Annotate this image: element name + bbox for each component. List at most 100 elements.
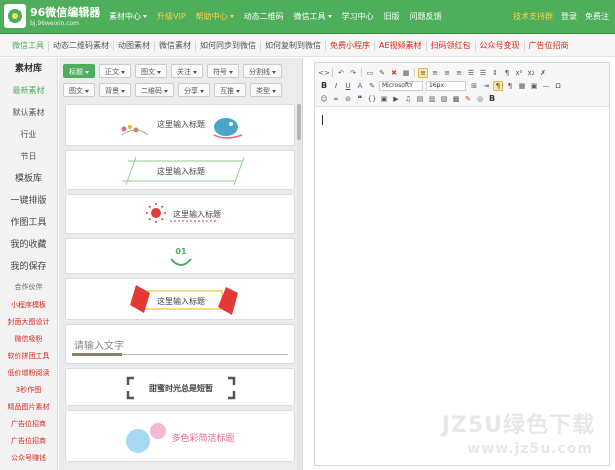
sidebar-partner-link[interactable]: 公众号赚钱 bbox=[0, 450, 57, 467]
sidebar-partner-link[interactable]: 微信吸粉 bbox=[0, 331, 57, 348]
ordered-list-icon[interactable]: ☰ bbox=[466, 68, 476, 78]
filter-symbol[interactable]: 符号 bbox=[207, 64, 239, 78]
scrollbar-thumb[interactable] bbox=[297, 104, 301, 140]
subnav-how-to-copy[interactable]: 如何复制到微信 bbox=[261, 35, 325, 57]
music-icon[interactable]: ♫ bbox=[403, 94, 413, 104]
paragraph-format-icon[interactable]: ¶ bbox=[505, 81, 515, 91]
sidebar-item-latest[interactable]: 最新素材 bbox=[0, 80, 57, 102]
material-card[interactable]: 多色彩简洁标题 bbox=[65, 410, 295, 462]
nav-item-upgrade-vip[interactable]: 升级VIP bbox=[152, 0, 191, 34]
filter-share[interactable]: 分享 bbox=[178, 83, 210, 97]
nav-item-dynamic-qr[interactable]: 动态二维码 bbox=[239, 0, 289, 34]
sidebar-item-saved[interactable]: 我的保存 bbox=[0, 256, 57, 278]
sidebar-item-templates[interactable]: 模板库 bbox=[0, 168, 57, 190]
unlink-icon[interactable]: ⊘ bbox=[343, 94, 353, 104]
subnav-free-mini-program[interactable]: 免费小程序 bbox=[326, 35, 374, 57]
new-document-icon[interactable]: ▭ bbox=[365, 68, 375, 78]
emoji-icon[interactable]: ☺ bbox=[319, 94, 329, 104]
sidebar-item-one-click-layout[interactable]: 一键排版 bbox=[0, 190, 57, 212]
paragraph-spacing-icon[interactable]: ¶ bbox=[502, 68, 512, 78]
sidebar-partner-link[interactable]: 封面大图设计 bbox=[0, 314, 57, 331]
font-color-icon[interactable]: A bbox=[355, 81, 365, 91]
sidebar-item-industry[interactable]: 行业 bbox=[0, 124, 57, 146]
block-format-icon[interactable]: ⊞ bbox=[469, 81, 479, 91]
indent-icon[interactable]: ⇥ bbox=[481, 81, 491, 91]
clear-format-icon[interactable]: ✖ bbox=[389, 68, 399, 78]
highlight-color-icon[interactable]: ✎ bbox=[367, 81, 377, 91]
font-size-select[interactable]: 16px bbox=[426, 80, 466, 91]
unordered-list-icon[interactable]: ☰ bbox=[478, 68, 488, 78]
editor-canvas[interactable]: JZ5U绿色下载 www.jz5u.com bbox=[315, 108, 609, 465]
italic-icon[interactable]: I bbox=[331, 81, 341, 91]
sidebar-partner-link[interactable]: 精品图片素材 bbox=[0, 399, 57, 416]
material-scrollbar[interactable] bbox=[297, 104, 301, 470]
subnav-ae-video[interactable]: AE视频素材 bbox=[375, 35, 426, 57]
filter-follow[interactable]: 关注 bbox=[171, 64, 203, 78]
filter-body[interactable]: 正文 bbox=[99, 64, 131, 78]
filter-type[interactable]: 类型 bbox=[250, 83, 282, 97]
filter-divider[interactable]: 分割线 bbox=[243, 64, 282, 78]
sidebar-partner-link[interactable]: 3秒作图 bbox=[0, 382, 57, 399]
material-card[interactable]: 这里输入标题 bbox=[65, 278, 295, 320]
font-family-select[interactable]: MicrosoftY bbox=[379, 80, 423, 91]
brush-icon[interactable]: ✎ bbox=[463, 94, 473, 104]
align-left-icon[interactable]: ≡ bbox=[418, 67, 428, 78]
blockquote-icon[interactable]: ❝ bbox=[355, 94, 365, 104]
map-icon[interactable]: ▩ bbox=[451, 94, 461, 104]
horizontal-rule-icon[interactable]: — bbox=[541, 81, 551, 91]
sidebar-partner-link[interactable]: 广告位招商 bbox=[0, 433, 57, 450]
special-char-icon[interactable]: Ω bbox=[553, 81, 563, 91]
subnav-monetize[interactable]: 公众号变现 bbox=[476, 35, 524, 57]
subnav-gif-material[interactable]: 动图素材 bbox=[114, 35, 154, 57]
material-card[interactable]: 请输入文字 bbox=[65, 324, 295, 364]
subscript-icon[interactable]: x₂ bbox=[526, 68, 536, 78]
material-card[interactable]: 这里输入标题 bbox=[65, 194, 295, 234]
filter-background[interactable]: 背景 bbox=[99, 83, 131, 97]
insert-table-icon[interactable]: ▦ bbox=[517, 81, 527, 91]
nav-item-old-version[interactable]: 旧版 bbox=[379, 0, 405, 34]
underline-icon[interactable]: U bbox=[343, 81, 353, 91]
align-center-icon[interactable]: ≡ bbox=[430, 68, 440, 78]
text-direction-icon[interactable]: ¶ bbox=[493, 80, 503, 91]
source-code-icon[interactable]: <> bbox=[318, 68, 330, 78]
sidebar-partner-link[interactable]: 广告位招商 bbox=[0, 416, 57, 433]
align-right-icon[interactable]: ≡ bbox=[442, 68, 452, 78]
site-logo[interactable]: 96微信编辑器 bj.96weixin.com bbox=[4, 3, 104, 30]
filter-title[interactable]: 标题 bbox=[63, 64, 95, 78]
nav-item-feedback[interactable]: 问题反馈 bbox=[405, 0, 447, 34]
register-link[interactable]: 免费注 bbox=[581, 0, 613, 34]
background-icon[interactable]: ▧ bbox=[439, 94, 449, 104]
filter-image-text-2[interactable]: 图文 bbox=[63, 83, 95, 97]
material-card[interactable]: 这里输入标题 bbox=[65, 150, 295, 190]
attachment-icon[interactable]: ▤ bbox=[415, 94, 425, 104]
sidebar-item-festival[interactable]: 节日 bbox=[0, 146, 57, 168]
sidebar-partner-link[interactable]: 小程序模板 bbox=[0, 297, 57, 314]
link-icon[interactable]: ∞ bbox=[331, 94, 341, 104]
filter-cross-promo[interactable]: 互推 bbox=[214, 83, 246, 97]
subnav-ad-space[interactable]: 广告位招商 bbox=[525, 35, 573, 57]
remove-format-icon[interactable]: ✗ bbox=[538, 68, 548, 78]
material-card[interactable]: 甜蜜时光总是短暂 bbox=[65, 368, 295, 406]
login-link[interactable]: 登录 bbox=[557, 0, 581, 34]
support-group-link[interactable]: 技术支持群 bbox=[509, 0, 557, 34]
nav-item-learning[interactable]: 学习中心 bbox=[337, 0, 379, 34]
undo-icon[interactable]: ↶ bbox=[336, 68, 346, 78]
format-painter-icon[interactable]: ✎ bbox=[377, 68, 387, 78]
video-icon[interactable]: ▶ bbox=[391, 94, 401, 104]
subnav-how-to-sync[interactable]: 如何同步到微信 bbox=[196, 35, 260, 57]
paste-icon[interactable]: ▦ bbox=[401, 68, 411, 78]
subnav-red-packet[interactable]: 扫码领红包 bbox=[427, 35, 475, 57]
preview-icon[interactable]: ◎ bbox=[475, 94, 485, 104]
nav-item-materials[interactable]: 素材中心 bbox=[104, 0, 152, 34]
sidebar-item-default[interactable]: 默认素材 bbox=[0, 102, 57, 124]
line-height-icon[interactable]: ⇕ bbox=[490, 68, 500, 78]
redo-icon[interactable]: ↷ bbox=[348, 68, 358, 78]
material-card[interactable]: 01 bbox=[65, 238, 295, 274]
subnav-wechat-tools[interactable]: 微信工具 bbox=[8, 35, 48, 57]
subnav-wechat-material[interactable]: 微信素材 bbox=[155, 35, 195, 57]
bold-toggle-icon[interactable]: B bbox=[487, 94, 497, 104]
sidebar-item-favorites[interactable]: 我的收藏 bbox=[0, 234, 57, 256]
sidebar-item-drawing-tools[interactable]: 作图工具 bbox=[0, 212, 57, 234]
align-justify-icon[interactable]: ≡ bbox=[454, 68, 464, 78]
picture-icon[interactable]: ▣ bbox=[379, 94, 389, 104]
